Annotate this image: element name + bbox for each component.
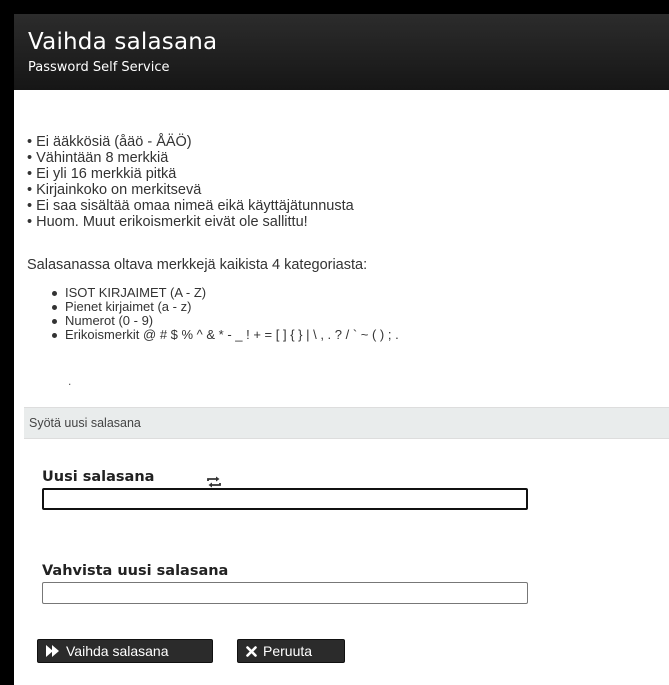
refresh-icon[interactable] (205, 475, 223, 488)
rule-item: • Ei ääkkösiä (åäö - ÅÄÖ) (27, 134, 192, 150)
rule-item: • Ei yli 16 merkkiä pitkä (27, 166, 177, 182)
fast-forward-icon (46, 645, 60, 657)
change-password-button[interactable]: Vaihda salasana (37, 639, 213, 663)
new-password-input[interactable] (42, 488, 528, 510)
confirm-password-input[interactable] (42, 582, 528, 604)
window-frame: Vaihda salasana Password Self Service • … (0, 0, 669, 685)
category-item: Numerot (0 - 9) (52, 314, 399, 328)
rule-item: • Kirjainkoko on merkitsevä (27, 182, 202, 198)
categories-intro: Salasanassa oltava merkkejä kaikista 4 k… (27, 257, 368, 273)
close-icon (246, 645, 257, 657)
category-item: Erikoismerkit @ # $ % ^ & * - _ ! + = [ … (52, 328, 399, 342)
page-header: Vaihda salasana Password Self Service (14, 14, 669, 90)
cancel-button[interactable]: Peruuta (237, 639, 345, 663)
change-password-button-label: Vaihda salasana (66, 643, 169, 659)
confirm-password-label: Vahvista uusi salasana (42, 563, 229, 579)
section-label: Syötä uusi salasana (29, 416, 141, 430)
page-subtitle: Password Self Service (28, 60, 170, 75)
categories-list: ISOT KIRJAIMET (A - Z) Pienet kirjaimet … (52, 286, 399, 342)
stray-dot: . (68, 374, 72, 388)
cancel-button-label: Peruuta (263, 643, 313, 659)
rule-item: • Huom. Muut erikoismerkit eivät ole sal… (27, 214, 308, 230)
category-item: ISOT KIRJAIMET (A - Z) (52, 286, 399, 300)
new-password-label: Uusi salasana (42, 469, 155, 485)
category-item: Pienet kirjaimet (a - z) (52, 300, 399, 314)
password-rules-list: • Ei ääkkösiä (åäö - ÅÄÖ) • Vähintään 8 … (27, 134, 354, 230)
page-title: Vaihda salasana (28, 29, 218, 55)
section-header: Syötä uusi salasana (24, 407, 669, 439)
rule-item: • Vähintään 8 merkkiä (27, 150, 169, 166)
password-change-panel: Vaihda salasana Password Self Service • … (14, 14, 669, 685)
rule-item: • Ei saa sisältää omaa nimeä eikä käyttä… (27, 198, 354, 214)
